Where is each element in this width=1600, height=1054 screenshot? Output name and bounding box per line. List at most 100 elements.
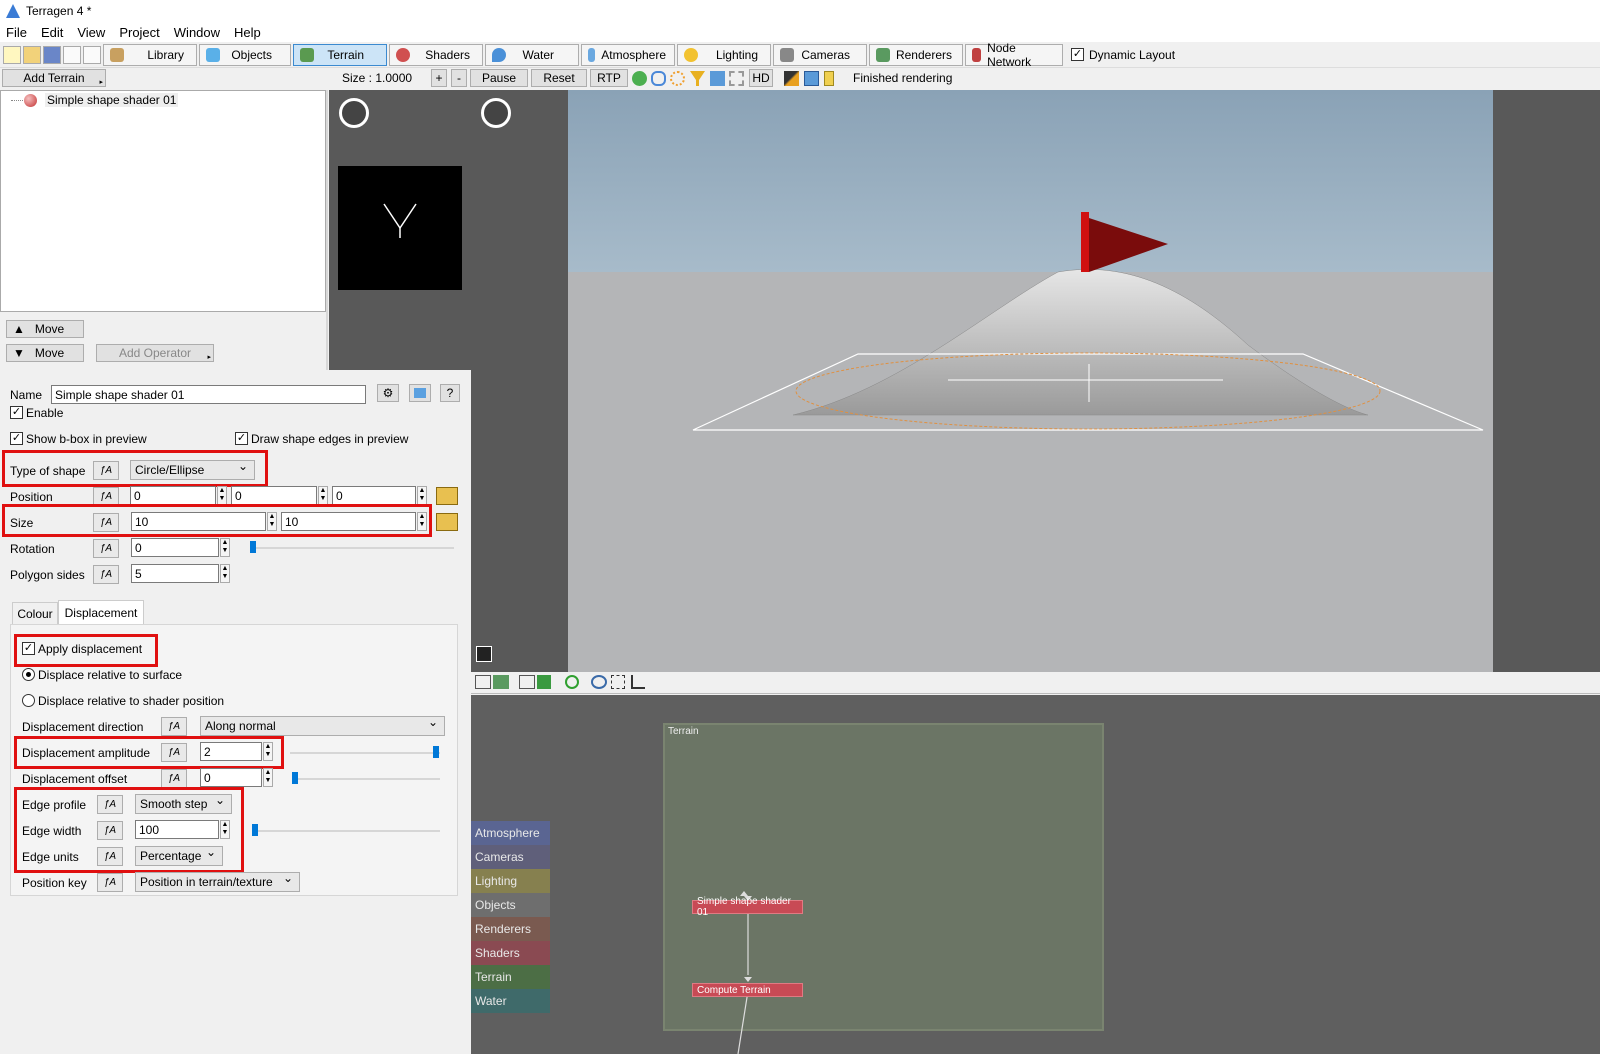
- menu-edit[interactable]: Edit: [41, 25, 63, 40]
- function-icon[interactable]: ƒA: [161, 769, 187, 788]
- position-y-spinner[interactable]: ▲ ▼: [318, 486, 328, 505]
- render-view-icon[interactable]: [493, 675, 509, 689]
- camera-select-icon[interactable]: [519, 675, 535, 689]
- polygon-sides-spinner[interactable]: ▲ ▼: [220, 564, 230, 583]
- water-toggle-icon[interactable]: [710, 71, 725, 86]
- dynamic-layout-checkbox[interactable]: ✓: [1071, 48, 1084, 61]
- open-project-icon[interactable]: [23, 45, 41, 64]
- tab-library[interactable]: Library: [103, 43, 197, 66]
- reset-button[interactable]: Reset: [531, 69, 587, 87]
- tab-shaders[interactable]: Shaders: [389, 43, 483, 66]
- move-up-button[interactable]: ▲ Move: [6, 320, 84, 338]
- rtp-button[interactable]: RTP: [590, 69, 628, 87]
- tab-renderers[interactable]: Renderers: [869, 43, 963, 66]
- navigation-compass-icon[interactable]: [339, 98, 369, 128]
- enable-checkbox[interactable]: ✓: [10, 406, 23, 419]
- function-icon[interactable]: ƒA: [161, 717, 187, 736]
- disp-direction-select[interactable]: Along normal: [200, 715, 445, 736]
- polygon-sides-input[interactable]: 5: [131, 564, 219, 583]
- position-z-input[interactable]: 0: [332, 486, 416, 505]
- tab-objects[interactable]: Objects: [199, 43, 291, 66]
- help-button[interactable]: ?: [440, 384, 460, 402]
- curve-icon[interactable]: [631, 675, 645, 689]
- tab-node-network[interactable]: Node Network: [965, 40, 1063, 69]
- rotation-slider-thumb[interactable]: [250, 541, 256, 553]
- edge-width-slider-thumb[interactable]: [252, 824, 258, 836]
- clipboard-icon[interactable]: [436, 513, 458, 531]
- main-3d-preview[interactable]: [471, 90, 1600, 672]
- function-icon[interactable]: ƒA: [97, 873, 123, 892]
- disp-offset-spinner[interactable]: ▲ ▼: [263, 768, 273, 787]
- show-bbox-label: Show b-box in preview: [26, 432, 147, 446]
- tab-cameras[interactable]: Cameras: [773, 43, 867, 66]
- displace-shader-radio[interactable]: [22, 694, 35, 707]
- show-bbox-checkbox[interactable]: ✓: [10, 432, 23, 445]
- preview-window-icon[interactable]: [409, 384, 431, 402]
- tab-colour[interactable]: Colour: [12, 602, 58, 624]
- edge-width-slider[interactable]: [252, 830, 440, 832]
- disp-offset-slider[interactable]: [292, 778, 440, 780]
- zoom-out-button[interactable]: -: [451, 69, 467, 87]
- disp-offset-slider-thumb[interactable]: [292, 772, 298, 784]
- zoom-in-button[interactable]: +: [431, 69, 447, 87]
- position-y-input[interactable]: 0: [231, 486, 317, 505]
- tab-node-network-label: Node Network: [987, 40, 1032, 69]
- tree-item-simple-shape-shader[interactable]: Simple shape shader 01: [45, 93, 179, 107]
- menu-file[interactable]: File: [6, 25, 27, 40]
- position-key-select[interactable]: Position in terrain/texture: [135, 871, 300, 892]
- disp-amplitude-slider-thumb[interactable]: [433, 746, 439, 758]
- function-icon[interactable]: ƒA: [93, 565, 119, 584]
- trophy-icon[interactable]: [690, 71, 705, 86]
- clouds-3d-icon[interactable]: [729, 71, 744, 86]
- rotation-spinner[interactable]: ▲ ▼: [220, 538, 230, 557]
- clipboard-icon[interactable]: [436, 487, 458, 505]
- brush-icon[interactable]: [784, 71, 799, 86]
- tab-terrain[interactable]: Terrain: [293, 43, 387, 66]
- cloud-toggle-icon[interactable]: [651, 71, 666, 86]
- position-z-spinner[interactable]: ▲ ▼: [417, 486, 427, 505]
- frame-icon[interactable]: [611, 675, 625, 689]
- menu-window[interactable]: Window: [174, 25, 220, 40]
- globe-icon[interactable]: [632, 71, 647, 86]
- menu-view[interactable]: View: [77, 25, 105, 40]
- eye-icon[interactable]: [591, 675, 607, 689]
- render-icon[interactable]: [63, 45, 81, 64]
- tab-lighting[interactable]: Lighting: [677, 43, 771, 66]
- move-down-button[interactable]: ▼ Move: [6, 344, 84, 362]
- hd-button[interactable]: HD: [749, 69, 773, 87]
- node-simple-shape-shader[interactable]: Simple shape shader 01: [692, 896, 803, 918]
- navigation-compass-icon[interactable]: [481, 98, 511, 128]
- render-3d-icon[interactable]: [83, 45, 101, 64]
- tools-icon[interactable]: [804, 71, 819, 86]
- pause-button[interactable]: Pause: [470, 69, 528, 87]
- position-x-spinner[interactable]: ▲ ▼: [217, 486, 227, 505]
- add-terrain-button[interactable]: Add Terrain ▸: [2, 69, 106, 87]
- node-network-pane[interactable]: Atmosphere Cameras Lighting Objects Rend…: [471, 695, 1600, 1054]
- draw-edges-checkbox[interactable]: ✓: [235, 432, 248, 445]
- camera-view-icon[interactable]: [475, 675, 491, 689]
- exposure-icon[interactable]: [476, 646, 492, 662]
- disp-amplitude-slider[interactable]: [290, 752, 440, 754]
- save-project-icon[interactable]: [43, 45, 61, 64]
- function-icon[interactable]: ƒA: [93, 539, 119, 558]
- rotation-slider[interactable]: [250, 547, 454, 549]
- tab-atmosphere[interactable]: Atmosphere: [581, 43, 675, 66]
- displace-surface-radio[interactable]: [22, 668, 35, 681]
- tab-water[interactable]: Water: [485, 43, 579, 66]
- node-compute-terrain[interactable]: Compute Terrain: [692, 983, 803, 997]
- panel-divider[interactable]: [326, 90, 328, 370]
- menu-help[interactable]: Help: [234, 25, 261, 40]
- sun-toggle-icon[interactable]: [670, 71, 685, 86]
- settings-gear-icon[interactable]: ⚙: [377, 384, 399, 402]
- name-field[interactable]: Simple shape shader 01: [51, 385, 366, 404]
- refresh-icon[interactable]: [565, 675, 579, 689]
- parking-icon[interactable]: [537, 675, 551, 689]
- new-project-icon[interactable]: [3, 45, 21, 64]
- position-x-input[interactable]: 0: [130, 486, 216, 505]
- bar-icon[interactable]: [824, 71, 834, 86]
- rotation-input[interactable]: 0: [131, 538, 219, 557]
- tab-displacement[interactable]: Displacement: [58, 600, 144, 624]
- disp-offset-input[interactable]: 0: [200, 768, 262, 787]
- add-operator-button[interactable]: Add Operator ▸: [96, 344, 214, 362]
- menu-project[interactable]: Project: [119, 25, 159, 40]
